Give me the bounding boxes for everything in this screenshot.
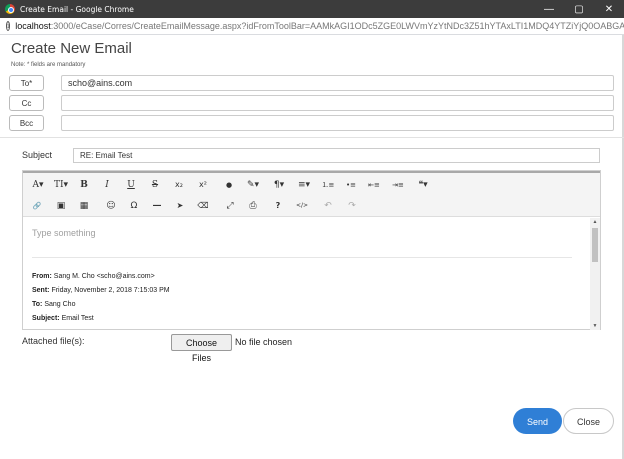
quoted-subject-label: Subject: — [32, 315, 60, 322]
editor-content[interactable]: Type something From: Sang M. Cho <scho@a… — [23, 218, 591, 330]
font-family-button[interactable]: A▾ — [29, 177, 47, 193]
paragraph-format-button[interactable]: ¶▾ — [270, 177, 288, 193]
editor-placeholder: Type something — [32, 228, 96, 238]
quoted-to-label: To: — [32, 301, 43, 308]
superscript-button[interactable]: x² — [195, 177, 211, 193]
quoted-subject-line: Subject: Email Test — [32, 315, 94, 322]
to-button[interactable]: To* — [9, 75, 44, 91]
indent-button[interactable]: ⇥≡ — [390, 177, 406, 193]
url-path: :3000/eCase/Corres/CreateEmailMessage.as… — [50, 21, 624, 31]
emoticons-button[interactable]: ☺ — [103, 198, 119, 214]
browser-title-bar: Create Email - Google Chrome — ▢ ✕ — [0, 0, 624, 18]
scroll-down-icon[interactable]: ▼ — [590, 322, 600, 330]
clear-formatting-button[interactable]: ⌫ — [195, 198, 211, 214]
quoted-to-line: To: Sang Cho — [32, 301, 75, 308]
quoted-to-value: Sang Cho — [44, 301, 76, 308]
address-bar[interactable]: i localhost:3000/eCase/Corres/CreateEmai… — [0, 18, 624, 35]
choose-files-button[interactable]: Choose Files — [171, 334, 232, 363]
quote-separator — [32, 257, 572, 258]
toolbar-row-1: A▾ TI▾ B I U S x₂ x² ● ✎▾ ¶▾ ≡▾ ⒈≡ •≡ ⇤≡… — [23, 174, 600, 196]
unordered-list-button[interactable]: •≡ — [343, 177, 359, 193]
attached-files-label: Attached file(s): — [22, 336, 85, 346]
close-window-icon[interactable]: ✕ — [594, 4, 624, 15]
help-button[interactable]: ? — [270, 198, 286, 214]
scrollbar-thumb[interactable] — [592, 228, 598, 262]
insert-table-button[interactable]: ▦ — [76, 198, 92, 214]
quoted-sent-value: Friday, November 2, 2018 7:15:03 PM — [51, 287, 170, 294]
redo-button[interactable]: ↷ — [344, 198, 360, 214]
to-field[interactable]: scho@ains.com — [61, 75, 614, 91]
rich-text-editor: A▾ TI▾ B I U S x₂ x² ● ✎▾ ¶▾ ≡▾ ⒈≡ •≡ ⇤≡… — [22, 170, 601, 330]
italic-button[interactable]: I — [100, 177, 114, 193]
divider — [0, 137, 624, 138]
minimize-icon[interactable]: — — [534, 4, 564, 15]
file-status: No file chosen — [235, 337, 293, 347]
subscript-button[interactable]: x₂ — [171, 177, 187, 193]
code-view-button[interactable]: </> — [292, 198, 312, 214]
align-button[interactable]: ≡▾ — [294, 177, 314, 193]
quote-button[interactable]: ❝▾ — [413, 177, 433, 193]
outdent-button[interactable]: ⇤≡ — [366, 177, 382, 193]
page-title: Create New Email — [11, 40, 132, 57]
quoted-sent-label: Sent: — [32, 287, 50, 294]
bcc-field[interactable] — [61, 115, 614, 131]
toolbar-row-2: 🔗 ▣ ▦ ☺ Ω — ➤ ⌫ ⤢ ⎙ ? </> ↶ ↷ — [23, 195, 600, 217]
text-color-button[interactable]: ● — [222, 177, 236, 193]
editor-toolbar: A▾ TI▾ B I U S x₂ x² ● ✎▾ ¶▾ ≡▾ ⒈≡ •≡ ⇤≡… — [23, 173, 600, 217]
subject-field[interactable]: RE: Email Test — [73, 148, 600, 163]
cc-button[interactable]: Cc — [9, 95, 44, 111]
font-size-button[interactable]: TI▾ — [51, 177, 71, 193]
cc-field[interactable] — [61, 95, 614, 111]
chrome-icon — [5, 4, 15, 14]
subject-label: Subject — [22, 150, 53, 160]
quoted-sent-line: Sent: Friday, November 2, 2018 7:15:03 P… — [32, 287, 170, 294]
special-characters-button[interactable]: Ω — [126, 198, 142, 214]
maximize-icon[interactable]: ▢ — [564, 4, 594, 15]
fullscreen-button[interactable]: ⤢ — [222, 198, 238, 214]
bold-button[interactable]: B — [77, 177, 91, 193]
quoted-from-value: Sang M. Cho <scho@ains.com> — [53, 273, 155, 280]
mandatory-note: Note: * fields are mandatory — [11, 62, 86, 68]
bcc-button[interactable]: Bcc — [9, 115, 44, 131]
scroll-up-icon[interactable]: ▲ — [590, 218, 600, 226]
url-host: localhost — [15, 21, 51, 31]
quoted-subject-value: Email Test — [61, 315, 94, 322]
paint-style-button[interactable]: ✎▾ — [244, 177, 262, 193]
window-title: Create Email - Google Chrome — [20, 4, 134, 14]
undo-button[interactable]: ↶ — [320, 198, 336, 214]
insert-link-button[interactable]: 🔗 — [29, 198, 45, 214]
horizontal-line-button[interactable]: — — [149, 198, 165, 214]
strikethrough-button[interactable]: S — [148, 177, 162, 193]
quoted-from-line: From: Sang M. Cho <scho@ains.com> — [32, 273, 155, 280]
close-button[interactable]: Close — [563, 408, 614, 434]
underline-button[interactable]: U — [124, 177, 138, 193]
select-all-button[interactable]: ➤ — [172, 198, 188, 214]
print-button[interactable]: ⎙ — [245, 198, 261, 214]
quoted-from-label: From: — [32, 273, 52, 280]
insert-image-button[interactable]: ▣ — [53, 198, 69, 214]
send-button[interactable]: Send — [513, 408, 562, 434]
info-icon[interactable]: i — [6, 21, 11, 31]
editor-scrollbar[interactable]: ▲ ▼ — [590, 218, 600, 330]
ordered-list-button[interactable]: ⒈≡ — [320, 177, 336, 193]
